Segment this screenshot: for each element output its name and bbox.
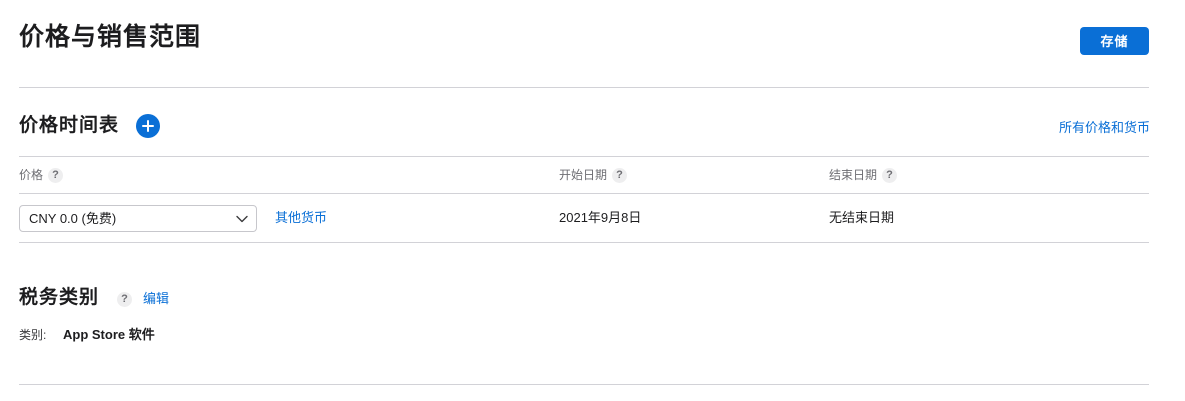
chevron-down-icon (236, 215, 248, 223)
save-button[interactable]: 存储 (1080, 27, 1149, 55)
category-label: 类别: (19, 328, 47, 342)
price-select[interactable]: CNY 0.0 (免费) (19, 205, 257, 232)
column-header-end-date: 结束日期 (829, 168, 878, 182)
help-icon[interactable]: ? (612, 168, 627, 183)
start-date-value: 2021年9月8日 (559, 210, 642, 225)
help-icon[interactable]: ? (117, 292, 132, 307)
table-top-divider (19, 156, 1149, 157)
add-price-button[interactable] (136, 114, 160, 138)
end-date-value: 无结束日期 (829, 210, 895, 225)
column-header-start-date: 开始日期 (559, 168, 608, 182)
all-prices-link[interactable]: 所有价格和货币 (1059, 119, 1150, 137)
header-divider (19, 87, 1149, 88)
help-icon[interactable]: ? (48, 168, 63, 183)
table-bottom-divider (19, 242, 1149, 243)
tax-edit-link[interactable]: 编辑 (143, 290, 169, 308)
category-value: App Store 软件 (63, 327, 155, 342)
price-schedule-title: 价格时间表 (19, 115, 120, 136)
help-icon[interactable]: ? (882, 168, 897, 183)
price-select-value: CNY 0.0 (免费) (29, 211, 117, 226)
table-header-divider (19, 193, 1149, 194)
other-currencies-link[interactable]: 其他货币 (275, 209, 327, 227)
page-title: 价格与销售范围 (19, 23, 202, 51)
footer-divider (19, 384, 1149, 385)
column-header-price: 价格 (19, 168, 44, 182)
tax-category-title: 税务类别 (19, 287, 100, 308)
